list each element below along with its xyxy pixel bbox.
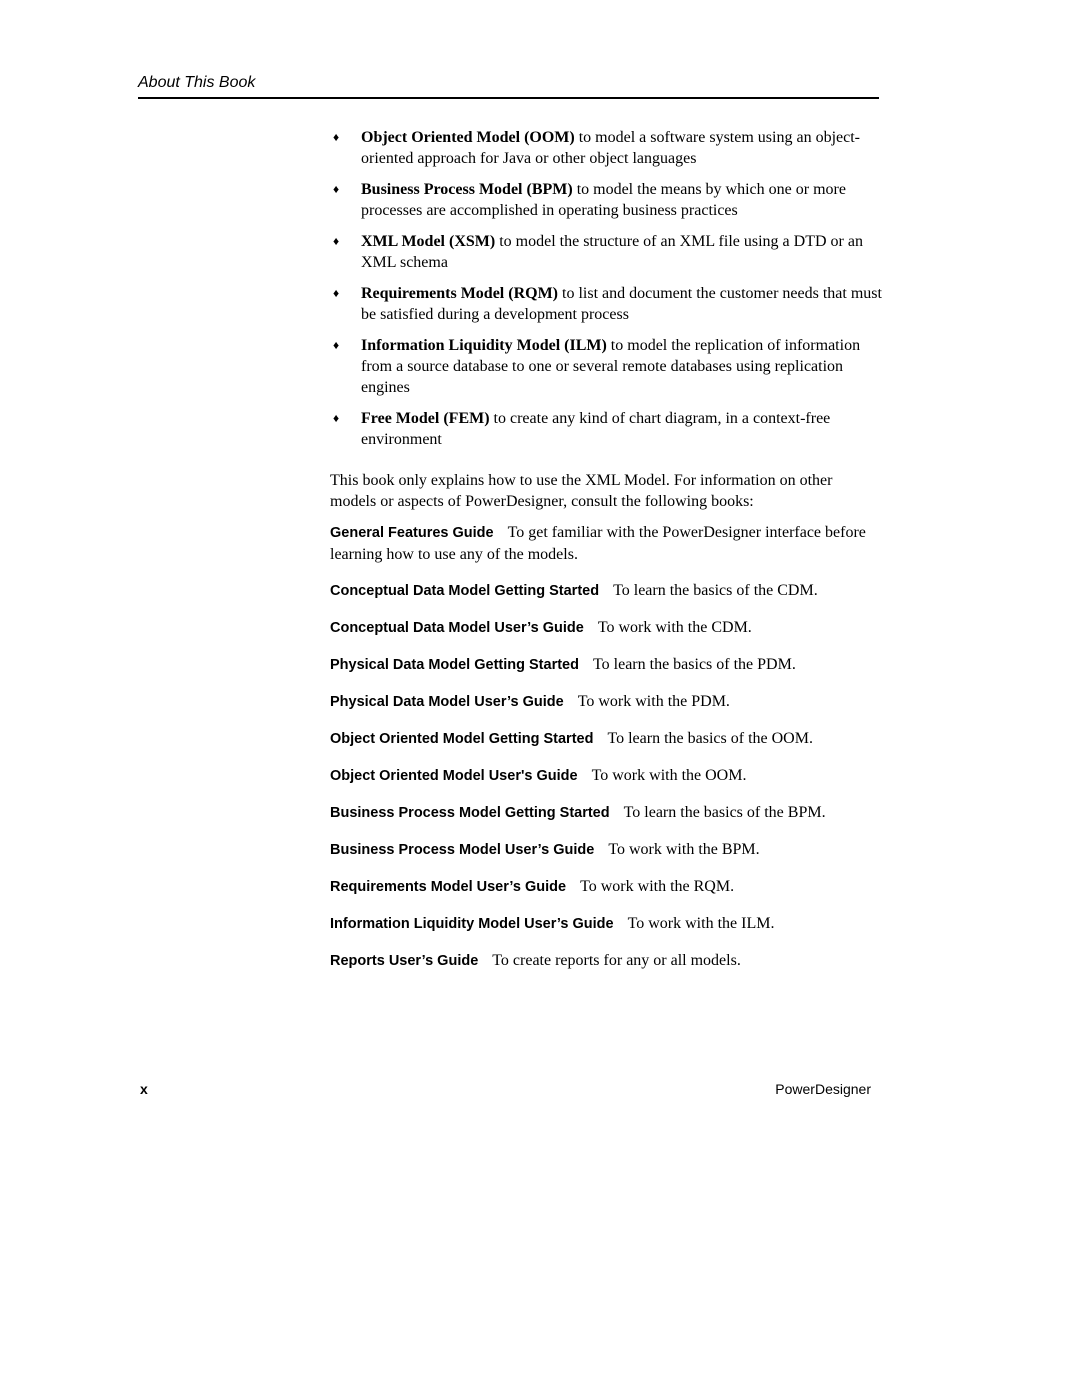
book-title: Business Process Model Getting Started — [330, 805, 610, 821]
book-entry: Physical Data Model User’s Guide To work … — [330, 691, 882, 713]
model-list-item: ♦ Requirements Model (RQM) to list and d… — [330, 283, 882, 325]
running-header: About This Book — [138, 73, 879, 99]
book-description: To learn the basics of the PDM. — [592, 656, 796, 673]
model-term: Business Process Model (BPM) — [361, 181, 573, 198]
book-entry: Conceptual Data Model Getting Started To … — [330, 580, 882, 602]
book-entry: Reports User’s Guide To create reports fo… — [330, 950, 882, 972]
running-footer: x PowerDesigner — [138, 1080, 871, 1100]
book-description: To work with the OOM. — [591, 767, 747, 784]
book-title: Object Oriented Model Getting Started — [330, 731, 594, 747]
book-description: To work with the RQM. — [580, 878, 735, 895]
model-list-item: ♦ Business Process Model (BPM) to model … — [330, 179, 882, 221]
model-list-item: ♦ Information Liquidity Model (ILM) to m… — [330, 335, 882, 398]
book-description: To work with the ILM. — [627, 915, 775, 932]
book-title: Conceptual Data Model User’s Guide — [330, 620, 584, 636]
book-title: Information Liquidity Model User’s Guide — [330, 916, 614, 932]
book-title: Business Process Model User’s Guide — [330, 842, 595, 858]
book-description: To work with the BPM. — [608, 841, 760, 858]
model-list: ♦ Object Oriented Model (OOM) to model a… — [330, 127, 882, 450]
book-entry: Requirements Model User’s Guide To work w… — [330, 876, 882, 898]
book-title: Physical Data Model Getting Started — [330, 657, 579, 673]
book-title: Object Oriented Model User's Guide — [330, 768, 578, 784]
page-content: ♦ Object Oriented Model (OOM) to model a… — [330, 127, 882, 987]
book-entry: Information Liquidity Model User’s Guide… — [330, 913, 882, 935]
book-description: To learn the basics of the OOM. — [607, 730, 813, 747]
page-number: x — [140, 1081, 148, 1097]
book-title: General Features Guide — [330, 525, 494, 541]
book-entry: Object Oriented Model User's Guide To wor… — [330, 765, 882, 787]
book-entry: General Features Guide To get familiar wi… — [330, 522, 882, 565]
book-entry: Business Process Model Getting Started To… — [330, 802, 882, 824]
book-entry: Conceptual Data Model User’s Guide To wor… — [330, 617, 882, 639]
model-term: Free Model (FEM) — [361, 410, 490, 427]
model-term: XML Model (XSM) — [361, 233, 496, 250]
book-description: To work with the CDM. — [597, 619, 752, 636]
book-description: To create reports for any or all models. — [492, 952, 741, 969]
diamond-bullet-icon: ♦ — [333, 411, 340, 425]
model-list-item: ♦ Object Oriented Model (OOM) to model a… — [330, 127, 882, 169]
diamond-bullet-icon: ♦ — [333, 234, 340, 248]
diamond-bullet-icon: ♦ — [333, 286, 340, 300]
book-list: General Features Guide To get familiar wi… — [330, 522, 882, 972]
model-term: Object Oriented Model (OOM) — [361, 129, 575, 146]
diamond-bullet-icon: ♦ — [333, 130, 340, 144]
diamond-bullet-icon: ♦ — [333, 182, 340, 196]
book-description: To learn the basics of the CDM. — [613, 582, 818, 599]
book-entry: Object Oriented Model Getting Started To … — [330, 728, 882, 750]
book-entry: Physical Data Model Getting Started To le… — [330, 654, 882, 676]
intro-paragraph: This book only explains how to use the X… — [330, 472, 833, 510]
model-list-item: ♦ Free Model (FEM) to create any kind of… — [330, 408, 882, 450]
model-list-item: ♦ XML Model (XSM) to model the structure… — [330, 231, 882, 273]
book-title: Physical Data Model User’s Guide — [330, 694, 564, 710]
book-title: Reports User’s Guide — [330, 953, 479, 969]
diamond-bullet-icon: ♦ — [333, 338, 340, 352]
model-term: Requirements Model (RQM) — [361, 285, 558, 302]
book-entry: Business Process Model User’s Guide To wo… — [330, 839, 882, 861]
book-title: Requirements Model User’s Guide — [330, 879, 567, 895]
book-description: To work with the PDM. — [577, 693, 730, 710]
book-title: Conceptual Data Model Getting Started — [330, 583, 600, 599]
model-term: Information Liquidity Model (ILM) — [361, 337, 607, 354]
book-description: To learn the basics of the BPM. — [623, 804, 826, 821]
section-title: About This Book — [138, 74, 256, 91]
product-name: PowerDesigner — [775, 1081, 871, 1097]
